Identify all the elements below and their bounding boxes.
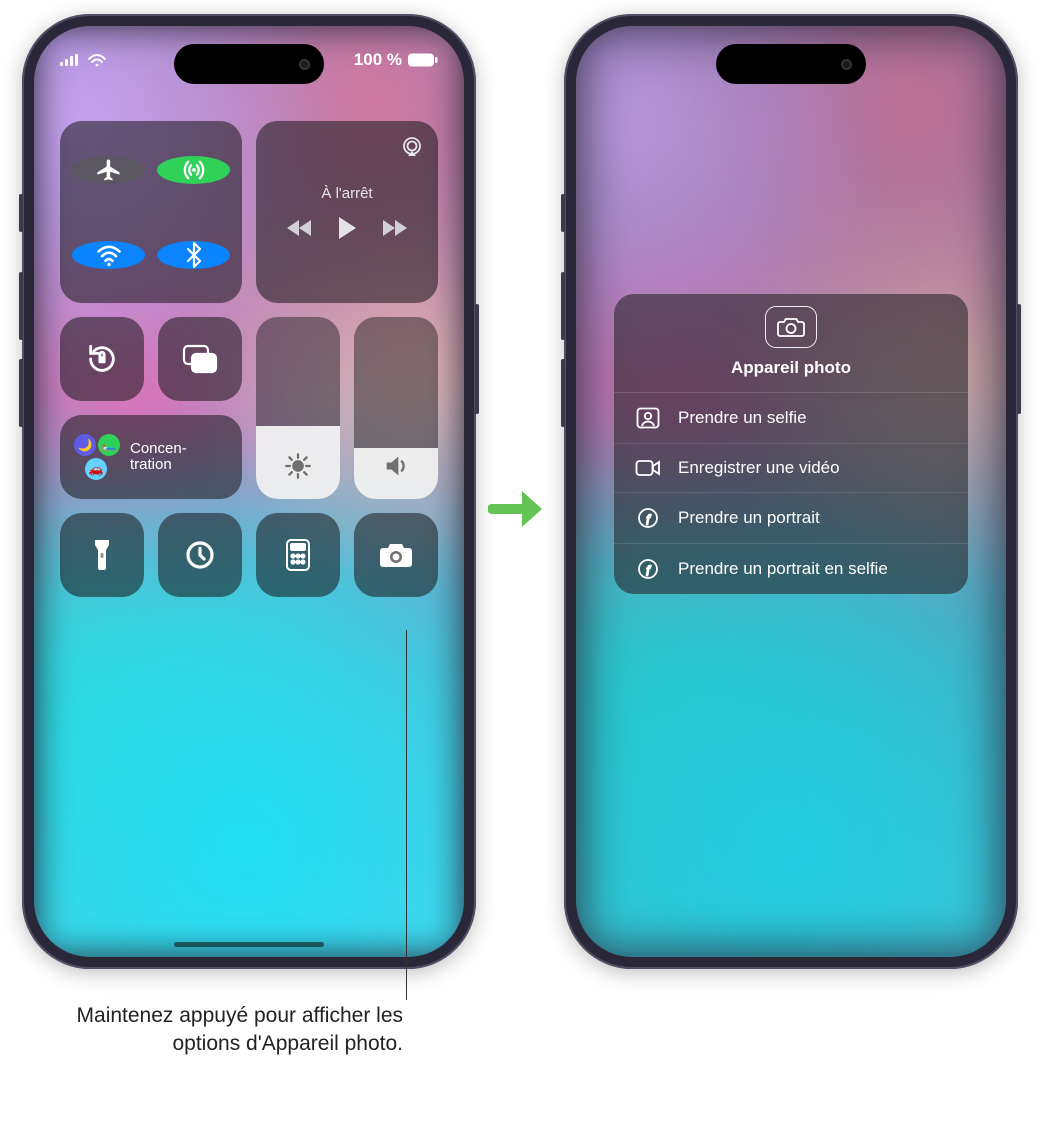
portrait-icon: f xyxy=(634,558,662,580)
volume-icon xyxy=(382,452,410,485)
airplay-icon[interactable] xyxy=(400,135,424,159)
camera-icon[interactable] xyxy=(765,306,817,348)
menu-item-label: Enregistrer une vidéo xyxy=(678,458,840,478)
dynamic-island xyxy=(716,44,866,84)
svg-text:f: f xyxy=(646,564,651,576)
battery-icon xyxy=(408,53,438,67)
portrait-icon: f xyxy=(634,507,662,529)
selfie-icon xyxy=(634,407,662,429)
home-indicator[interactable] xyxy=(174,942,324,947)
focus-button[interactable]: 🌙 🛏️ 🚗 Concen- tration xyxy=(60,415,242,499)
iphone-left: 100 % xyxy=(22,14,476,969)
media-playback-tile[interactable]: À l'arrêt xyxy=(256,121,438,303)
menu-item-portrait[interactable]: f Prendre un portrait xyxy=(614,493,968,544)
callout-text: Maintenez appuyé pour afficher les optio… xyxy=(58,1002,403,1059)
iphone-right: Appareil photo Prendre un selfie Enregis… xyxy=(564,14,1018,969)
camera-context-menu: Appareil photo Prendre un selfie Enregis… xyxy=(614,294,968,594)
camera-menu-title: Appareil photo xyxy=(731,358,851,378)
media-status-label: À l'arrêt xyxy=(321,185,372,202)
transition-arrow-icon xyxy=(488,485,546,533)
menu-item-portrait-selfie[interactable]: f Prendre un portrait en selfie xyxy=(614,544,968,594)
camera-button[interactable] xyxy=(354,513,438,597)
dynamic-island xyxy=(174,44,324,84)
connectivity-group xyxy=(60,121,242,303)
timer-button[interactable] xyxy=(158,513,242,597)
battery-percent-label: 100 % xyxy=(354,50,402,70)
calculator-button[interactable] xyxy=(256,513,340,597)
wifi-toggle[interactable] xyxy=(72,241,145,269)
brightness-slider[interactable] xyxy=(256,317,340,499)
menu-item-selfie[interactable]: Prendre un selfie xyxy=(614,393,968,444)
play-button[interactable] xyxy=(337,216,357,240)
menu-item-label: Prendre un selfie xyxy=(678,408,807,428)
callout-leader-line xyxy=(406,630,407,1000)
screen-mirroring-button[interactable] xyxy=(158,317,242,401)
airplane-mode-toggle[interactable] xyxy=(72,156,145,184)
brightness-icon xyxy=(284,452,312,485)
bluetooth-toggle[interactable] xyxy=(157,241,230,269)
menu-item-video[interactable]: Enregistrer une vidéo xyxy=(614,444,968,493)
menu-item-label: Prendre un portrait en selfie xyxy=(678,559,888,579)
volume-slider[interactable] xyxy=(354,317,438,499)
menu-item-label: Prendre un portrait xyxy=(678,508,820,528)
focus-label: Concen- tration xyxy=(130,441,187,474)
video-icon xyxy=(634,459,662,477)
cellular-data-toggle[interactable] xyxy=(157,156,230,184)
next-track-button[interactable] xyxy=(381,219,407,237)
focus-modes-icon: 🌙 🛏️ 🚗 xyxy=(74,434,120,480)
flashlight-button[interactable] xyxy=(60,513,144,597)
previous-track-button[interactable] xyxy=(287,219,313,237)
svg-text:f: f xyxy=(646,513,651,525)
status-signal-wifi xyxy=(60,50,110,70)
rotation-lock-toggle[interactable] xyxy=(60,317,144,401)
